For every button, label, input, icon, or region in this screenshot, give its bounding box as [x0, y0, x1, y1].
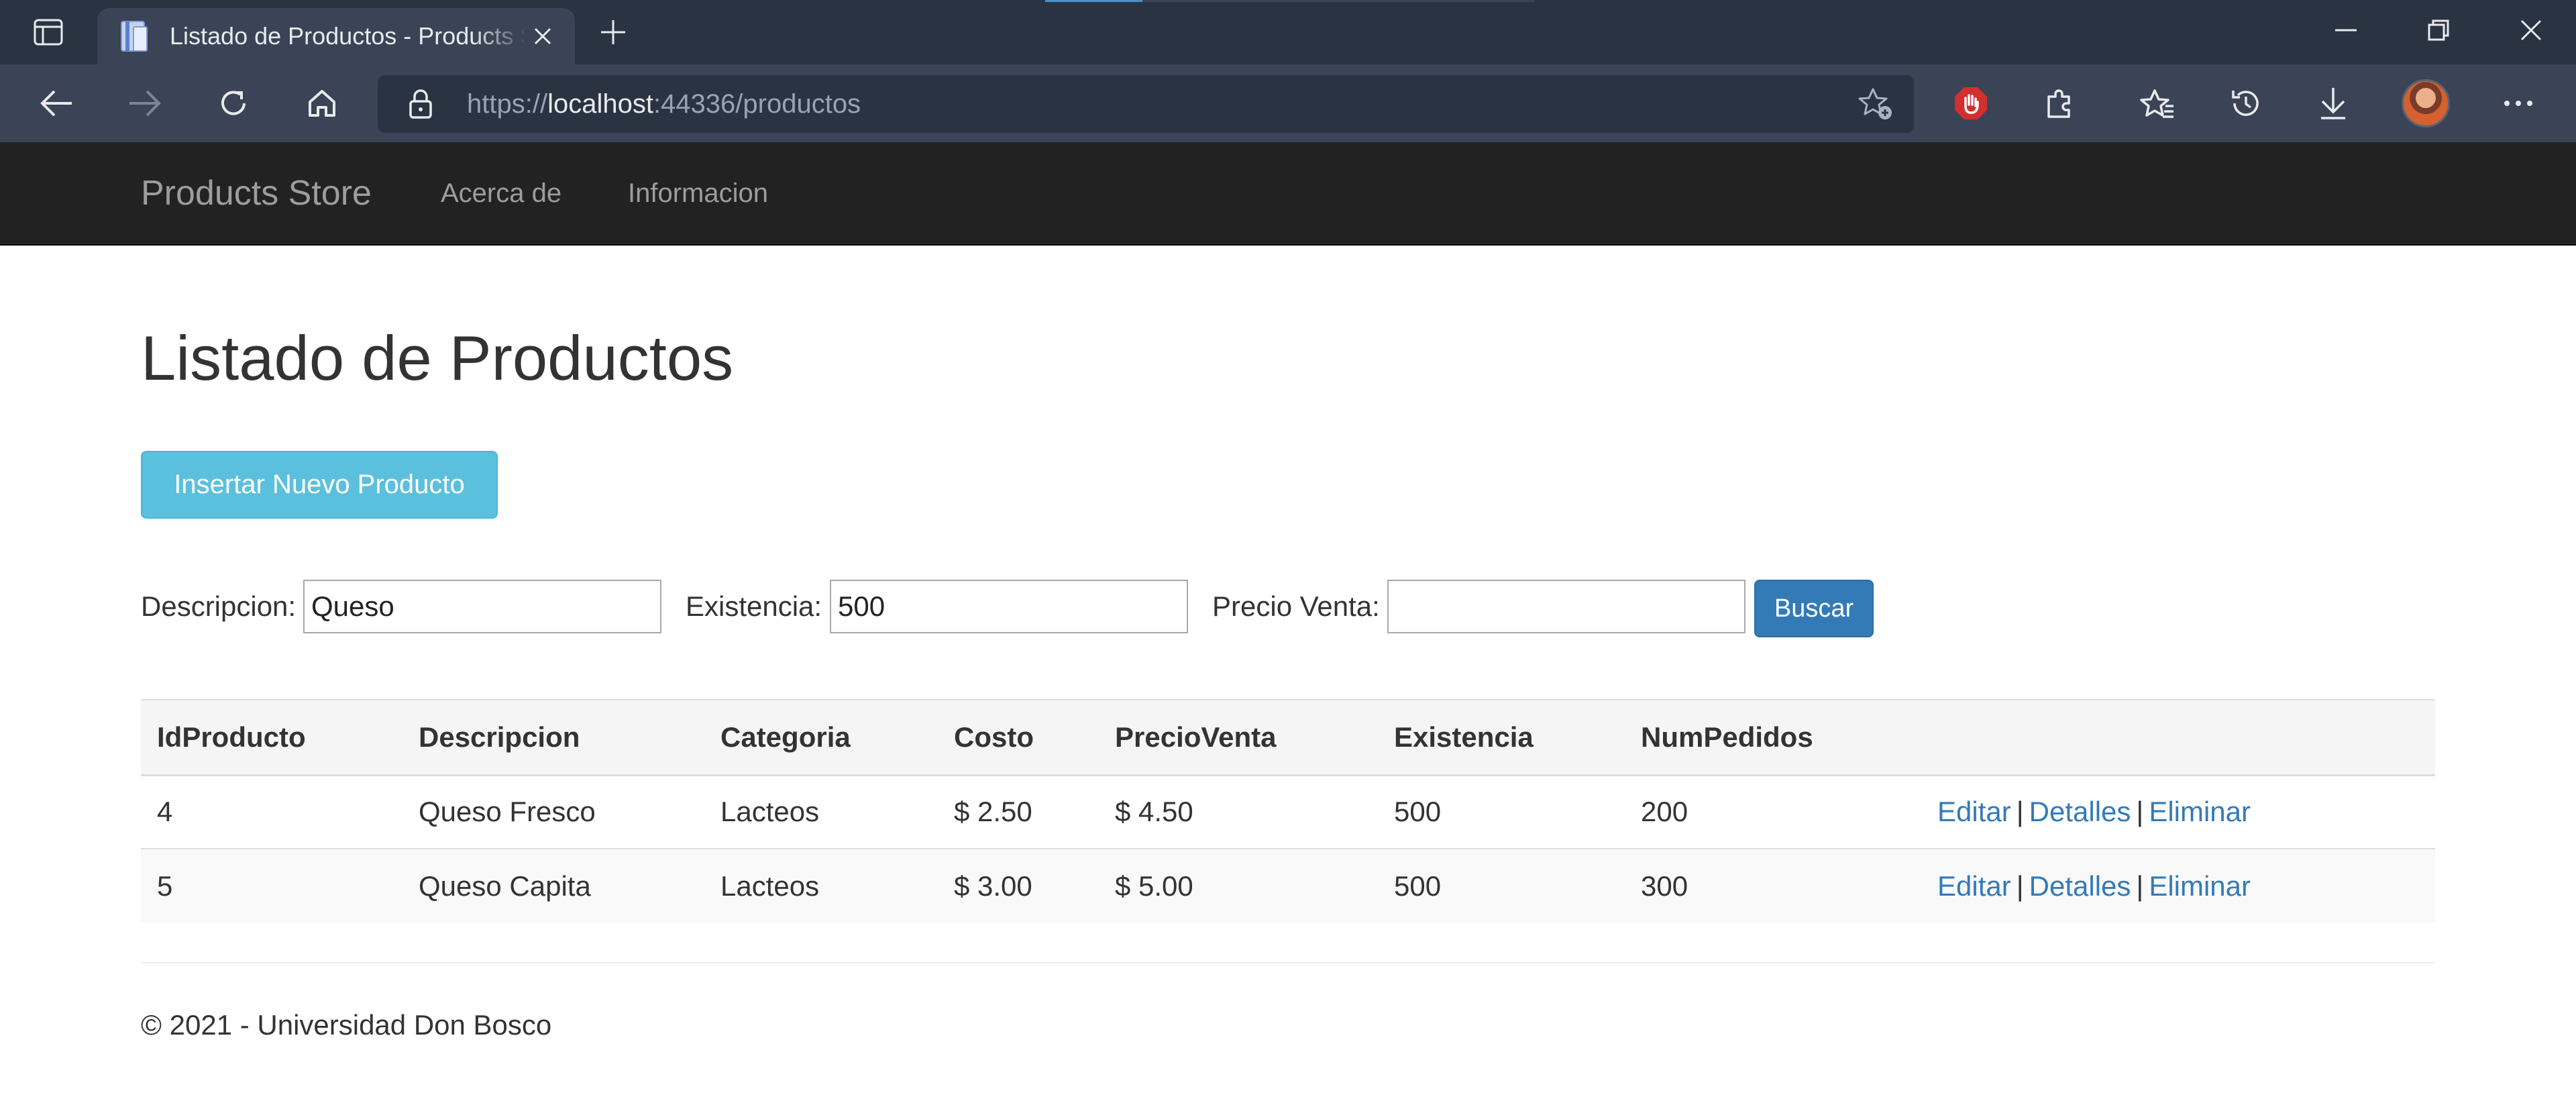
url-host: localhost: [547, 89, 653, 119]
search-button[interactable]: Buscar: [1754, 580, 1874, 637]
header-numpedidos: NumPedidos: [1641, 721, 1813, 753]
cell-costo: $ 2.50: [954, 796, 1032, 828]
close-icon[interactable]: [527, 20, 559, 52]
browser-toolbar: https://localhost:44336/productos: [0, 64, 2576, 142]
precio-venta-label: Precio Venta:: [1212, 590, 1380, 622]
edit-link[interactable]: Editar: [1937, 870, 2011, 902]
details-link[interactable]: Detalles: [2029, 870, 2131, 902]
cell-existencia: 500: [1394, 796, 1442, 828]
table-header-row: IdProducto Descripcion Categoria Costo P…: [141, 700, 2435, 775]
tab-actions-icon[interactable]: [16, 11, 80, 54]
cell-pedidos: 300: [1641, 870, 1688, 902]
details-link[interactable]: Detalles: [2029, 796, 2131, 827]
tabstrip-indicator: [1045, 0, 1142, 2]
nav-link-informacion[interactable]: Informacion: [628, 142, 768, 244]
favorites-icon[interactable]: [2131, 79, 2184, 127]
minimize-icon[interactable]: [2300, 0, 2392, 60]
url-text: https://localhost:44336/productos: [467, 75, 861, 133]
close-window-icon[interactable]: [2485, 0, 2576, 60]
header-actions: [1921, 700, 2435, 775]
cell-precio: $ 4.50: [1115, 796, 1193, 828]
add-favorite-icon[interactable]: [1858, 87, 1895, 121]
descripcion-input[interactable]: [303, 580, 661, 633]
avatar: [2402, 79, 2450, 127]
navbar-brand[interactable]: Products Store: [141, 142, 372, 244]
insert-product-button[interactable]: Insertar Nuevo Producto: [141, 451, 498, 519]
header-existencia: Existencia: [1394, 721, 1534, 753]
cell-existencia: 500: [1394, 870, 1442, 902]
cell-actions: Editar | Detalles | Eliminar: [1921, 849, 2435, 923]
descripcion-label: Descripcion:: [141, 590, 297, 622]
cell-descripcion: Queso Fresco: [419, 796, 596, 828]
header-precioventa: PrecioVenta: [1115, 721, 1277, 753]
header-costo: Costo: [954, 721, 1034, 753]
action-separator: |: [2136, 870, 2144, 902]
header-descripcion: Descripcion: [419, 721, 580, 753]
precio-venta-input[interactable]: [1387, 580, 1746, 633]
site-navbar: Products Store Acerca de Informacion: [0, 142, 2576, 246]
cell-categoria: Lacteos: [720, 870, 820, 902]
cell-precio: $ 5.00: [1115, 870, 1193, 902]
table-row: 4 Queso Fresco Lacteos $ 2.50 $ 4.50 500…: [141, 775, 2435, 849]
nav-link-acerca[interactable]: Acerca de: [441, 142, 561, 244]
page-title: Listado de Productos: [141, 323, 734, 393]
products-table: IdProducto Descripcion Categoria Costo P…: [141, 699, 2435, 923]
cell-categoria: Lacteos: [720, 796, 820, 828]
delete-link[interactable]: Eliminar: [2149, 796, 2251, 827]
download-icon[interactable]: [2306, 79, 2360, 127]
cell-id: 4: [157, 796, 173, 828]
url-path: :44336/productos: [653, 89, 861, 119]
edit-link[interactable]: Editar: [1937, 796, 2011, 827]
url-scheme: https://: [467, 89, 548, 119]
adblock-icon[interactable]: [1944, 79, 1998, 127]
more-icon[interactable]: [2491, 79, 2545, 127]
lock-icon[interactable]: [405, 88, 437, 120]
forward-icon[interactable]: [118, 79, 172, 127]
footer-divider: [141, 962, 2435, 963]
existencia-input[interactable]: [830, 580, 1188, 633]
delete-link[interactable]: Eliminar: [2149, 870, 2251, 902]
action-separator: |: [2016, 870, 2024, 902]
action-separator: |: [2016, 796, 2024, 828]
address-bar[interactable]: https://localhost:44336/productos: [378, 75, 1914, 133]
cell-id: 5: [157, 870, 173, 902]
cell-actions: Editar | Detalles | Eliminar: [1921, 775, 2435, 849]
home-icon[interactable]: [295, 79, 349, 127]
profile-button[interactable]: [2399, 79, 2453, 127]
back-icon[interactable]: [30, 79, 83, 127]
browser-tab-bar: Listado de Productos - Products Store: [0, 0, 2576, 64]
existencia-label: Existencia:: [686, 590, 822, 622]
cell-descripcion: Queso Capita: [419, 870, 591, 902]
header-categoria: Categoria: [720, 721, 851, 753]
action-separator: |: [2136, 796, 2144, 828]
footer-text: © 2021 - Universidad Don Bosco: [141, 1009, 552, 1041]
extensions-icon[interactable]: [2033, 79, 2086, 127]
cell-costo: $ 3.00: [954, 870, 1032, 902]
restore-icon[interactable]: [2392, 0, 2485, 60]
active-tab[interactable]: Listado de Productos - Products Store: [97, 8, 575, 64]
favicon-icon: [120, 20, 150, 52]
plus-icon[interactable]: [589, 13, 637, 51]
header-idproducto: IdProducto: [157, 721, 306, 753]
tab-title: Listado de Productos - Products Store: [170, 22, 527, 50]
table-row: 5 Queso Capita Lacteos $ 3.00 $ 5.00 500…: [141, 849, 2435, 923]
refresh-icon[interactable]: [207, 79, 260, 127]
history-icon[interactable]: [2219, 79, 2273, 127]
cell-pedidos: 200: [1641, 796, 1688, 828]
